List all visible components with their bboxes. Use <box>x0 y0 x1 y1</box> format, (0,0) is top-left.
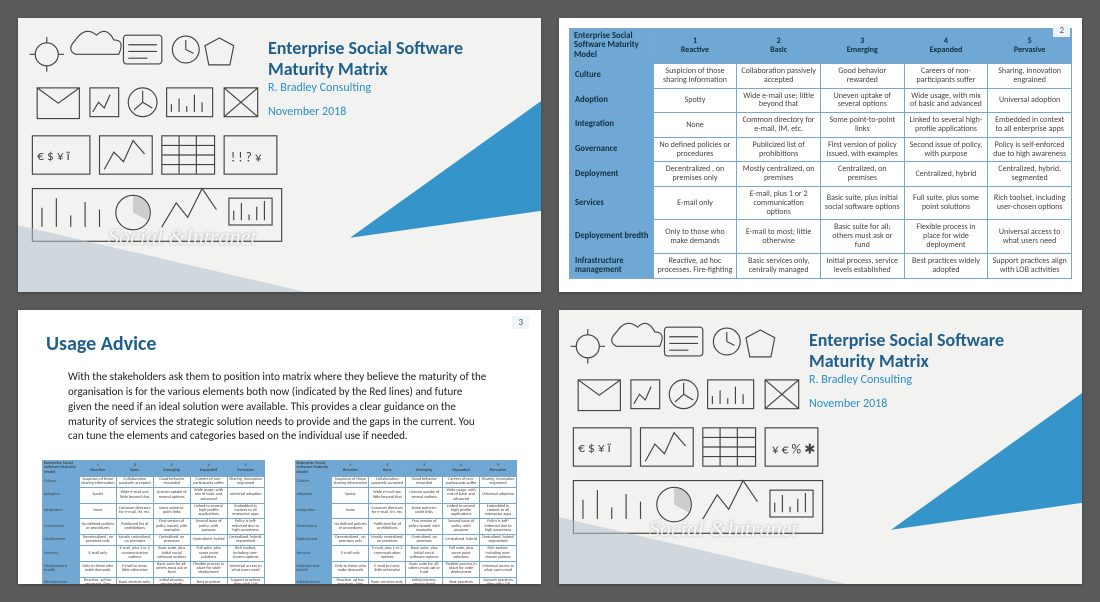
mini-matrix-pair: Enterprise Social Software Maturity Mode… <box>42 460 517 584</box>
matrix-cell: Only to those who make demands <box>653 220 737 253</box>
matrix-cell: Support practices align with LOB activit… <box>988 253 1072 279</box>
matrix-cell: Wide usage, with mix of basic and advanc… <box>904 88 988 113</box>
matrix-cell: Rich toolset, including user-chosen opti… <box>988 187 1072 220</box>
matrix-cell: Some point-to-point links <box>820 113 904 138</box>
col-header: 3Emerging <box>820 29 904 64</box>
matrix-cell: Suspicion of those sharing information <box>653 64 737 89</box>
row-header: Services <box>570 187 654 220</box>
row-header: Culture <box>570 64 654 89</box>
advice-heading: Usage Advice <box>46 332 541 356</box>
matrix-cell: E-mail to most; little otherwise <box>737 220 821 253</box>
slide-date: November 2018 <box>268 105 519 119</box>
row-header: Adoption <box>570 88 654 113</box>
page-number: 3 <box>512 316 529 329</box>
slide-4: € $ ¥ ï ¥ € % ✱ Enterprise Social Softwa… <box>559 310 1082 584</box>
slide-1: € $ ¥ ï ! ! ? ¥ Enterprise Social Softwa… <box>18 18 541 292</box>
col-header: 1Reactive <box>653 29 737 64</box>
col-header: 2Basic <box>737 29 821 64</box>
svg-text:¥ € % ✱: ¥ € % ✱ <box>772 441 815 458</box>
matrix-cell: Linked to several high-profile applicati… <box>904 113 988 138</box>
slide-3: 3 Usage Advice With the stakeholders ask… <box>18 310 541 584</box>
maturity-matrix-table: Enterprise Social Software Maturity Mode… <box>569 28 1072 279</box>
title-block: Enterprise Social Software Maturity Matr… <box>268 38 519 119</box>
matrix-cell: Universal access to what users need <box>988 220 1072 253</box>
row-header: Deployment <box>570 162 654 187</box>
col-header: 4Expanded <box>904 29 988 64</box>
page-number: 2 <box>1053 24 1070 37</box>
slide-date: November 2018 <box>809 397 1060 411</box>
matrix-cell: Centralized, hybrid, segmented <box>988 162 1072 187</box>
row-header: Infrastructure management <box>570 253 654 279</box>
matrix-cell: Flexible process in place for wide deplo… <box>904 220 988 253</box>
matrix-cell: None <box>653 113 737 138</box>
matrix-cell: Wide e-mail use; little beyond that <box>737 88 821 113</box>
row-header: Deployement bredth <box>570 220 654 253</box>
slide-subtitle: R. Bradley Consulting <box>268 81 519 95</box>
watermark-text: Social &Intranet <box>649 516 797 542</box>
matrix-cell: Publicized list of prohibitions <box>737 137 821 162</box>
svg-text:! ! ? ¥: ! ! ? ¥ <box>231 149 262 166</box>
matrix-cell: Decentralized , on premises only <box>653 162 737 187</box>
matrix-cell: Basic suite, plus initial social softwar… <box>820 187 904 220</box>
matrix-cell: Centralized, hybrid <box>904 162 988 187</box>
table-header: Enterprise Social Software Maturity Mode… <box>570 29 1072 64</box>
matrix-cell: No defined policies or procedures <box>653 137 737 162</box>
slide-title: Enterprise Social Software Maturity Matr… <box>809 330 1060 371</box>
matrix-cell: Initial process, service levels establis… <box>820 253 904 279</box>
svg-text:€ $ ¥ ï: € $ ¥ ï <box>37 147 70 164</box>
table-body: CultureSuspicion of those sharing inform… <box>570 64 1072 279</box>
matrix-cell: Good behavior rewarded <box>820 64 904 89</box>
matrix-cell: Basic suite for all; others must ask or … <box>820 220 904 253</box>
slide-2: 2 Enterprise Social Software Maturity Mo… <box>559 18 1082 292</box>
slide-subtitle: R. Bradley Consulting <box>809 373 1060 387</box>
mini-matrix-left: Enterprise Social Software Maturity Mode… <box>42 460 265 584</box>
row-header: Integration <box>570 113 654 138</box>
matrix-cell: Collaboration passively accepted <box>737 64 821 89</box>
matrix-cell: E-mail only <box>653 187 737 220</box>
matrix-cell: Centralized, on premises <box>820 162 904 187</box>
matrix-cell: Reactive, ad hoc processes. Fire-fightin… <box>653 253 737 279</box>
title-block: Enterprise Social Software Maturity Matr… <box>809 330 1060 411</box>
matrix-cell: Common directory for e-mail, IM, etc. <box>737 113 821 138</box>
matrix-cell: Policy is self-enforced due to high awar… <box>988 137 1072 162</box>
svg-text:€ $ ¥ ï: € $ ¥ ï <box>578 439 611 456</box>
matrix-cell: Basic services only, centrally managed <box>737 253 821 279</box>
matrix-cell: Second issue of policy, with purpose <box>904 137 988 162</box>
matrix-cell: Best practices widely adopted <box>904 253 988 279</box>
matrix-cell: Full suite, plus some point solutions <box>904 187 988 220</box>
matrix-cell: Embedded in context to all enterprise ap… <box>988 113 1072 138</box>
slide-title: Enterprise Social Software Maturity Matr… <box>268 38 519 79</box>
matrix-cell: Spotty <box>653 88 737 113</box>
matrix-cell: Mostly centralized, on premises <box>737 162 821 187</box>
row-header: Governance <box>570 137 654 162</box>
matrix-cell: First version of policy issued, with exa… <box>820 137 904 162</box>
matrix-cell: Careers of non-participants suffer <box>904 64 988 89</box>
advice-body: With the stakeholders ask them to positi… <box>68 370 488 444</box>
matrix-cell: Universal adoption <box>988 88 1072 113</box>
mini-matrix-right: Enterprise Social Software Maturity Mode… <box>295 460 518 584</box>
matrix-cell: Sharing, innovation engrained <box>988 64 1072 89</box>
matrix-cell: E-mail, plus 1 or 2 communication option… <box>737 187 821 220</box>
matrix-cell: Uneven uptake of several options <box>820 88 904 113</box>
watermark-text: Social &Intranet <box>108 224 256 250</box>
corner-cell: Enterprise Social Software Maturity Mode… <box>570 29 654 64</box>
